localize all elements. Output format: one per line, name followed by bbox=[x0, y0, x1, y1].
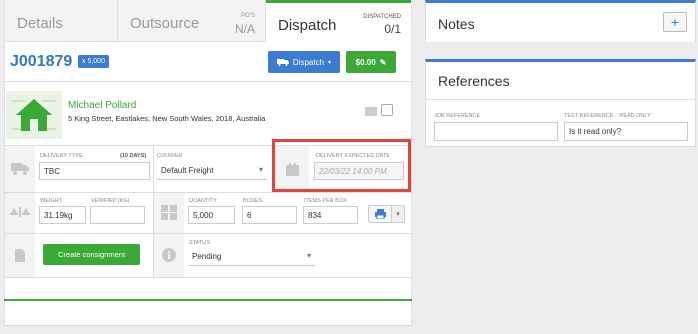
status-select[interactable]: Pending bbox=[188, 248, 315, 266]
document-icon-cell bbox=[5, 234, 35, 277]
notes-title: Notes bbox=[438, 16, 475, 32]
notes-panel: Notes + bbox=[425, 0, 696, 42]
document-icon bbox=[15, 249, 25, 262]
delivery-icon-cell bbox=[5, 146, 35, 192]
divider bbox=[5, 192, 411, 193]
weight-field[interactable]: 31.19kg bbox=[39, 206, 86, 224]
quantity-label: QUANTITY bbox=[189, 198, 217, 204]
tab-details[interactable]: Details bbox=[5, 0, 118, 42]
dispatch-button-label: Dispatch bbox=[292, 57, 325, 67]
customer-name[interactable]: Michael Pollard bbox=[68, 100, 136, 111]
divider bbox=[426, 99, 695, 100]
price-button[interactable]: $0.00 ✎ bbox=[346, 51, 396, 73]
quantity-field[interactable]: 5,000 bbox=[188, 206, 235, 224]
job-reference-label: JOB REFERENCE bbox=[434, 113, 481, 119]
chevron-down-icon: ▾ bbox=[328, 59, 332, 66]
print-button[interactable] bbox=[368, 205, 392, 223]
delivery-type-label: DELIVERY TYPE bbox=[40, 153, 83, 159]
status-label: STATUS bbox=[189, 240, 210, 246]
add-note-button[interactable]: + bbox=[663, 12, 687, 32]
green-divider bbox=[4, 299, 412, 301]
test-reference-field[interactable]: Is it read only? bbox=[564, 122, 688, 141]
info-icon bbox=[162, 248, 176, 262]
tab-outsource-label: Outsource bbox=[130, 15, 200, 32]
boxes-icon-cell bbox=[154, 193, 184, 233]
boxes-icon bbox=[161, 205, 177, 220]
verified-label: VERIFIED (KG) bbox=[91, 198, 130, 204]
job-number: J001879 bbox=[10, 53, 73, 70]
house-icon bbox=[6, 91, 62, 139]
dispatched-count: 0/1 bbox=[384, 22, 401, 36]
boxes-field[interactable]: 6 bbox=[242, 206, 297, 224]
truck-icon bbox=[276, 59, 289, 66]
pos-value: N/A bbox=[234, 22, 255, 36]
divider bbox=[5, 277, 411, 278]
items-per-box-field[interactable]: 834 bbox=[303, 206, 358, 224]
verified-field[interactable] bbox=[90, 206, 145, 224]
test-reference-label: TEST REFERENCE - 'READ ONLY' bbox=[564, 113, 652, 119]
delivery-days: (10 DAYS) bbox=[120, 153, 147, 159]
weight-icon-cell bbox=[5, 193, 35, 233]
printer-icon bbox=[374, 209, 386, 219]
dispatched-label: DISPATCHED bbox=[363, 14, 401, 20]
truck-icon bbox=[11, 163, 29, 175]
delivery-type-field[interactable]: TBC bbox=[39, 162, 150, 180]
job-reference-field[interactable] bbox=[434, 122, 558, 141]
courier-label: COURIER bbox=[157, 153, 183, 159]
customer-address: 5 King Street, Eastlakes, New South Wale… bbox=[68, 114, 266, 123]
customer-checkbox[interactable] bbox=[381, 104, 393, 116]
boxes-label: BOXES bbox=[243, 198, 262, 204]
tab-bar: Details Outsource PO'S N/A Dispatch DISP… bbox=[5, 0, 411, 42]
chevron-down-icon: ▾ bbox=[396, 211, 400, 218]
envelope-icon[interactable] bbox=[365, 107, 377, 116]
weight-label: WEIGHT bbox=[40, 198, 62, 204]
highlight-box bbox=[272, 139, 411, 192]
references-panel: References JOB REFERENCE TEST REFERENCE … bbox=[425, 59, 696, 147]
quantity-badge: x 5,000 bbox=[78, 55, 109, 68]
print-dropdown-toggle[interactable]: ▾ bbox=[391, 205, 405, 223]
info-icon-cell bbox=[154, 234, 184, 277]
price-button-label: $0.00 bbox=[355, 57, 376, 67]
create-consignment-button[interactable]: Create consignment bbox=[43, 244, 140, 265]
pencil-icon: ✎ bbox=[379, 57, 387, 67]
references-title: References bbox=[438, 73, 510, 89]
column-divider bbox=[153, 146, 154, 277]
tab-dispatch[interactable]: Dispatch DISPATCHED 0/1 bbox=[266, 0, 411, 42]
pos-label: PO'S bbox=[241, 13, 255, 19]
tab-dispatch-label: Dispatch bbox=[278, 17, 337, 34]
courier-select[interactable]: Default Freight bbox=[157, 162, 267, 180]
items-per-box-label: ITEMS PER BOX bbox=[304, 198, 347, 204]
tab-details-label: Details bbox=[17, 15, 63, 32]
divider bbox=[5, 81, 411, 82]
tab-outsource[interactable]: Outsource PO'S N/A bbox=[118, 0, 266, 42]
dispatch-button[interactable]: Dispatch ▾ bbox=[268, 51, 340, 73]
scale-icon bbox=[10, 207, 30, 217]
divider bbox=[5, 233, 411, 234]
